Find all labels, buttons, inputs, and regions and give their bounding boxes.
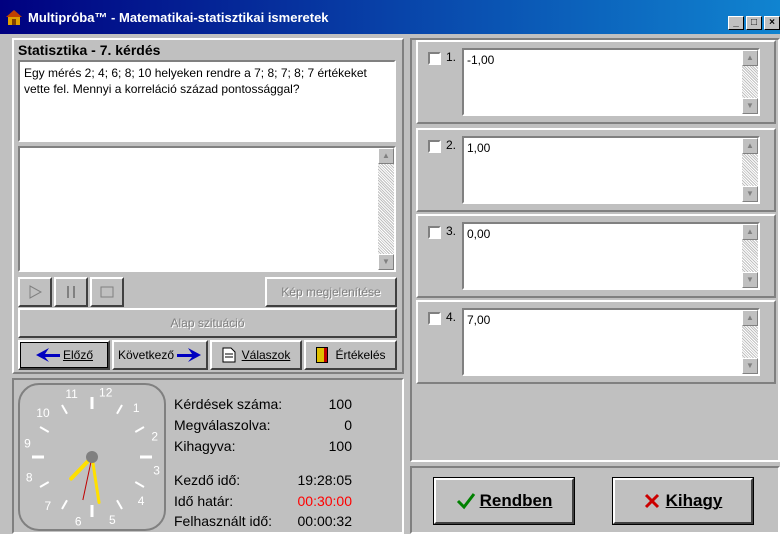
app-icon — [4, 8, 24, 26]
answer-scrollbar[interactable]: ▲ ▼ — [742, 138, 758, 202]
clock-number: 8 — [26, 470, 33, 484]
answer-number: 1. — [446, 50, 457, 64]
scroll-down-icon[interactable]: ▼ — [742, 272, 758, 288]
maximize-button[interactable]: □ — [746, 16, 762, 30]
used-time-value: 00:00:32 — [297, 513, 353, 529]
clock-number: 9 — [24, 436, 31, 450]
clock-number: 4 — [138, 494, 145, 508]
scroll-down-icon[interactable]: ▼ — [742, 186, 758, 202]
scroll-up-icon[interactable]: ▲ — [742, 310, 758, 326]
answer-scrollbar[interactable]: ▲ ▼ — [742, 224, 758, 288]
question-header: Statisztika - 7. kérdés — [18, 42, 161, 58]
answer-value: 1,00 — [467, 141, 491, 155]
skip-label: Kihagy — [665, 491, 723, 510]
clock-number: 1 — [133, 401, 140, 415]
minimize-button[interactable]: _ — [728, 16, 744, 30]
right-arrow-icon — [177, 348, 202, 362]
question-text: Egy mérés 2; 4; 6; 8; 10 helyeken rendre… — [18, 60, 396, 142]
next-button[interactable]: Következő — [112, 340, 208, 370]
solution-area[interactable]: ▲ ▼ — [18, 146, 396, 272]
answer-number: 3. — [446, 224, 457, 238]
show-image-button[interactable]: Kép megjelenítése — [265, 277, 397, 307]
scroll-up-icon[interactable]: ▲ — [378, 148, 394, 164]
document-icon — [222, 347, 236, 363]
answer-checkbox[interactable] — [428, 52, 441, 65]
answer-option: 4. 7,00 ▲ ▼ — [416, 300, 776, 384]
answer-number: 4. — [446, 310, 457, 324]
scroll-up-icon[interactable]: ▲ — [742, 50, 758, 66]
scroll-down-icon[interactable]: ▼ — [378, 254, 394, 270]
answers-label: Válaszok — [241, 348, 291, 362]
questions-count-value: 100 — [328, 396, 352, 412]
ok-button[interactable]: Rendben — [434, 478, 574, 524]
close-button[interactable]: × — [764, 16, 780, 30]
answer-value: 0,00 — [467, 227, 491, 241]
answer-field[interactable]: 7,00 ▲ ▼ — [462, 308, 760, 376]
prev-label: Előző — [62, 348, 94, 362]
pause-icon — [67, 286, 75, 298]
title-bar[interactable]: Multipróba™ - Matematikai-statisztikai i… — [0, 0, 780, 34]
base-situation-button[interactable]: Alap szituáció — [18, 308, 397, 338]
scroll-down-icon[interactable]: ▼ — [742, 358, 758, 374]
door-icon — [316, 347, 329, 363]
start-time-value: 19:28:05 — [297, 472, 353, 488]
play-icon — [29, 285, 42, 299]
left-arrow-icon — [35, 348, 60, 362]
clock-number: 2 — [151, 430, 158, 444]
ok-label: Rendben — [479, 491, 553, 510]
solution-scrollbar[interactable]: ▲ ▼ — [378, 148, 394, 270]
answer-checkbox[interactable] — [428, 312, 441, 325]
answer-option: 3. 0,00 ▲ ▼ — [416, 214, 776, 298]
clock-number: 10 — [36, 406, 50, 420]
time-limit-label: Idő határ: — [174, 493, 234, 509]
skipped-label: Kihagyva: — [174, 438, 236, 454]
check-icon — [456, 493, 475, 510]
clock-number: 5 — [109, 513, 116, 527]
answer-option: 2. 1,00 ▲ ▼ — [416, 128, 776, 212]
skipped-value: 100 — [328, 438, 352, 454]
answer-field[interactable]: -1,00 ▲ ▼ — [462, 48, 760, 116]
answer-option: 1. -1,00 ▲ ▼ — [416, 40, 776, 124]
clock-number: 7 — [44, 499, 51, 513]
pause-button[interactable] — [54, 277, 88, 307]
stop-icon — [100, 286, 114, 298]
play-button[interactable] — [18, 277, 52, 307]
answer-scrollbar[interactable]: ▲ ▼ — [742, 50, 758, 114]
evaluation-label: Értékelés — [335, 348, 386, 362]
clock-number: 11 — [65, 387, 78, 401]
answer-scrollbar[interactable]: ▲ ▼ — [742, 310, 758, 374]
x-icon — [644, 493, 659, 509]
start-time-label: Kezdő idő: — [174, 472, 241, 488]
answer-field[interactable]: 1,00 ▲ ▼ — [462, 136, 760, 204]
scroll-down-icon[interactable]: ▼ — [742, 98, 758, 114]
answer-number: 2. — [446, 138, 457, 152]
answer-field[interactable]: 0,00 ▲ ▼ — [462, 222, 760, 290]
prev-button[interactable]: Előző — [18, 340, 110, 370]
answer-checkbox[interactable] — [428, 140, 441, 153]
answer-value: -1,00 — [467, 53, 495, 67]
used-time-label: Felhasznált idő: — [174, 513, 273, 529]
window-title: Multipróba™ - Matematikai-statisztikai i… — [28, 9, 329, 25]
questions-count-label: Kérdések száma: — [174, 396, 283, 412]
clock: 12 1 2 3 4 5 6 7 8 9 10 11 — [18, 383, 166, 531]
answer-checkbox[interactable] — [428, 226, 441, 239]
clock-number: 12 — [99, 385, 113, 399]
time-limit-value: 00:30:00 — [297, 493, 353, 509]
scroll-up-icon[interactable]: ▲ — [742, 138, 758, 154]
answers-button[interactable]: Válaszok — [210, 340, 302, 370]
answered-value: 0 — [344, 417, 352, 433]
evaluation-button[interactable]: Értékelés — [304, 340, 397, 370]
main-window: Multipróba™ - Matematikai-statisztikai i… — [0, 0, 780, 534]
next-label: Következő — [117, 348, 175, 362]
clock-number: 6 — [75, 515, 82, 529]
scroll-up-icon[interactable]: ▲ — [742, 224, 758, 240]
clock-number: 3 — [153, 464, 160, 478]
answer-value: 7,00 — [467, 313, 491, 327]
skip-button[interactable]: Kihagy — [613, 478, 753, 524]
stop-button[interactable] — [90, 277, 124, 307]
answered-label: Megválaszolva: — [174, 417, 271, 433]
